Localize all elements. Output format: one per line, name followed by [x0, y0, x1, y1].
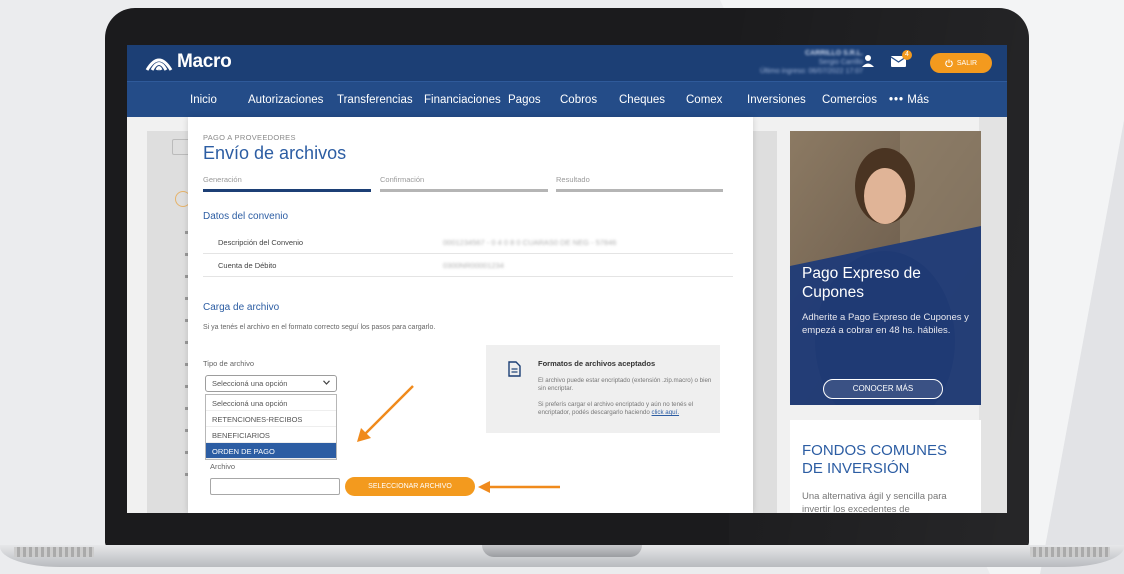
dropdown-option[interactable]: RETENCIONES-RECIBOS [206, 411, 336, 427]
nav-item-pagos[interactable]: Pagos [508, 94, 541, 106]
select-value: Seleccioná una opción [212, 379, 288, 388]
laptop-notch [482, 545, 642, 557]
promo-banner: Pago Expreso de Cupones Adherite a Pago … [790, 131, 981, 405]
nav-item-inversiones[interactable]: Inversiones [747, 94, 806, 106]
logout-button[interactable]: SALIR [930, 53, 992, 73]
download-link[interactable]: click aquí. [652, 409, 680, 416]
nav-item-cheques[interactable]: Cheques [619, 94, 665, 106]
nav-item-transferencias[interactable]: Transferencias [337, 94, 413, 106]
dropdown-option[interactable]: BENEFICIARIOS [206, 427, 336, 443]
arrow-pointer-icon [357, 385, 414, 442]
nav-more-label: Más [907, 94, 930, 106]
laptop-vent-right [1030, 547, 1110, 557]
info-paragraph-2: Si preferís cargar el archivo encriptado… [538, 401, 714, 417]
table-row: Cuenta de Débito 0300NR00001234 [203, 254, 733, 277]
macro-logo-icon [145, 58, 173, 71]
envio-archivos-panel: PAGO A PROVEEDORES Envío de archivos Gen… [188, 117, 753, 513]
step-bar-resultado [556, 189, 723, 192]
user-sub: Sergio Carrillo [818, 59, 863, 66]
brand-name: Macro [177, 51, 232, 72]
tipo-archivo-select[interactable]: Seleccioná una opción [205, 375, 337, 392]
user-last-login: Último ingreso: 06/07/2022 17:07 [759, 68, 863, 75]
nav-item-autorizaciones[interactable]: Autorizaciones [248, 94, 323, 106]
archivo-label: Archivo [210, 462, 236, 471]
dropdown-option-selected[interactable]: ORDEN DE PAGO [206, 443, 336, 459]
row-label: Cuenta de Débito [218, 261, 277, 270]
row-label: Descripción del Convenio [218, 238, 304, 247]
brand-logo[interactable]: Macro [145, 51, 232, 73]
convenio-section-title: Datos del convenio [203, 211, 289, 222]
chevron-down-icon [323, 380, 330, 385]
promo-text: Adherite a Pago Expreso de Cupones y emp… [802, 312, 969, 336]
carga-section-title: Carga de archivo [203, 302, 280, 313]
power-icon [945, 59, 953, 67]
right-margin [979, 117, 1007, 513]
step-bar-confirmacion [380, 189, 548, 192]
tipo-archivo-dropdown: Seleccioná una opción RETENCIONES-RECIBO… [205, 394, 337, 460]
nav-item-comex[interactable]: Comex [686, 94, 722, 106]
nav-item-cobros[interactable]: Cobros [560, 94, 597, 106]
step-resultado: Resultado [556, 175, 590, 184]
arrow-pointer-icon [478, 481, 560, 493]
document-icon [508, 361, 521, 377]
info-title: Formatos de archivos aceptados [538, 359, 656, 368]
step-confirmacion: Confirmación [380, 175, 425, 184]
user-name: CARRILLO S.R.L. [805, 50, 863, 57]
top-bar: Macro CARRILLO S.R.L. Sergio Carrillo Úl… [127, 45, 1007, 81]
nav-item-mas[interactable]: ••• Más [889, 94, 929, 106]
nav-item-comercios[interactable]: Comercios [822, 94, 877, 106]
fondos-text: Una alternativa ágil y sencilla para inv… [802, 491, 947, 513]
table-row: Descripción del Convenio 0001234567 - 0 … [203, 231, 733, 254]
info-paragraph: El archivo puede estar encriptado (exten… [538, 377, 712, 392]
select-file-button[interactable]: SELECCIONAR ARCHIVO [345, 477, 475, 496]
step-bar-generacion [203, 189, 371, 192]
step-generacion: Generación [203, 175, 242, 184]
user-info: CARRILLO S.R.L. Sergio Carrillo Último i… [757, 49, 863, 76]
row-value: 0300NR00001234 [443, 261, 504, 270]
mail-badge: 4 [902, 50, 912, 60]
helper-text: Si ya tenés el archivo en el formato cor… [203, 324, 436, 331]
dropdown-option[interactable]: Seleccioná una opción [206, 395, 336, 411]
breadcrumb: PAGO A PROVEEDORES [203, 133, 296, 142]
fondos-title: FONDOS COMUNES DE INVERSIÓN [802, 442, 948, 477]
laptop-screen: Macro CARRILLO S.R.L. Sergio Carrillo Úl… [127, 45, 1007, 513]
tipo-archivo-label: Tipo de archivo [203, 359, 254, 368]
formats-info-box: Formatos de archivos aceptados El archiv… [486, 345, 720, 433]
main-nav: Inicio Autorizaciones Transferencias Fin… [127, 81, 1007, 117]
nav-item-inicio[interactable]: Inicio [190, 94, 217, 106]
row-value: 0001234567 - 0 4 0 8 0 CUARAS0 DE NEG - … [443, 238, 617, 247]
page-title: Envío de archivos [203, 143, 347, 163]
nav-item-financiaciones[interactable]: Financiaciones [424, 94, 501, 106]
promo-headline: Pago Expreso de Cupones [802, 265, 921, 301]
archivo-input[interactable] [210, 478, 340, 495]
conocer-mas-button[interactable]: CONOCER MÁS [823, 379, 943, 399]
logout-label: SALIR [956, 59, 978, 67]
fondos-card: FONDOS COMUNES DE INVERSIÓN Una alternat… [790, 420, 981, 513]
user-icon[interactable] [861, 54, 875, 68]
more-dots-icon: ••• [889, 94, 905, 106]
laptop-vent-left [14, 547, 94, 557]
